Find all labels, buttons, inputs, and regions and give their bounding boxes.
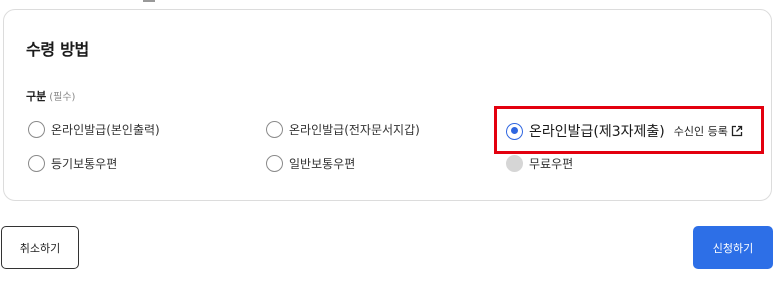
radio-button[interactable] (28, 121, 45, 138)
apply-button[interactable]: 신청하기 (693, 226, 773, 269)
radio-option-regular-mail[interactable]: 일반보통우편 (266, 155, 355, 172)
section-title: 수령 방법 (26, 40, 89, 59)
scroll-indicator (143, 0, 155, 2)
external-link-icon (731, 125, 743, 137)
radio-option-label: 온라인발급(전자문서지갑) (289, 123, 420, 137)
radio-option-label: 온라인발급(제3자제출) (529, 124, 665, 140)
receive-method-card (3, 9, 772, 201)
radio-button[interactable] (266, 155, 283, 172)
radio-option-online-e-wallet[interactable]: 온라인발급(전자문서지갑) (266, 121, 420, 138)
radio-button[interactable] (266, 121, 283, 138)
radio-option-online-third-party[interactable]: 온라인발급(제3자제출) 수신인 등록 (506, 121, 743, 141)
category-label: 구분 (필수) (26, 88, 75, 104)
radio-option-registered-mail[interactable]: 등기보통우편 (28, 155, 117, 172)
recipient-register-link[interactable]: 수신인 등록 (674, 123, 743, 139)
category-label-text: 구분 (26, 90, 47, 103)
radio-option-label: 온라인발급(본인출력) (51, 123, 160, 137)
recipient-register-label: 수신인 등록 (673, 125, 728, 138)
radio-option-label: 무료우편 (529, 157, 574, 171)
radio-button-disabled (506, 155, 523, 172)
radio-option-online-self-print[interactable]: 온라인발급(본인출력) (28, 121, 160, 138)
radio-button-selected[interactable] (506, 122, 523, 140)
required-marker: (필수) (49, 92, 76, 103)
radio-option-label: 일반보통우편 (289, 157, 356, 171)
radio-option-label: 등기보통우편 (51, 157, 118, 171)
cancel-button[interactable]: 취소하기 (1, 226, 79, 269)
radio-option-free-mail: 무료우편 (506, 155, 573, 172)
radio-button[interactable] (28, 155, 45, 172)
